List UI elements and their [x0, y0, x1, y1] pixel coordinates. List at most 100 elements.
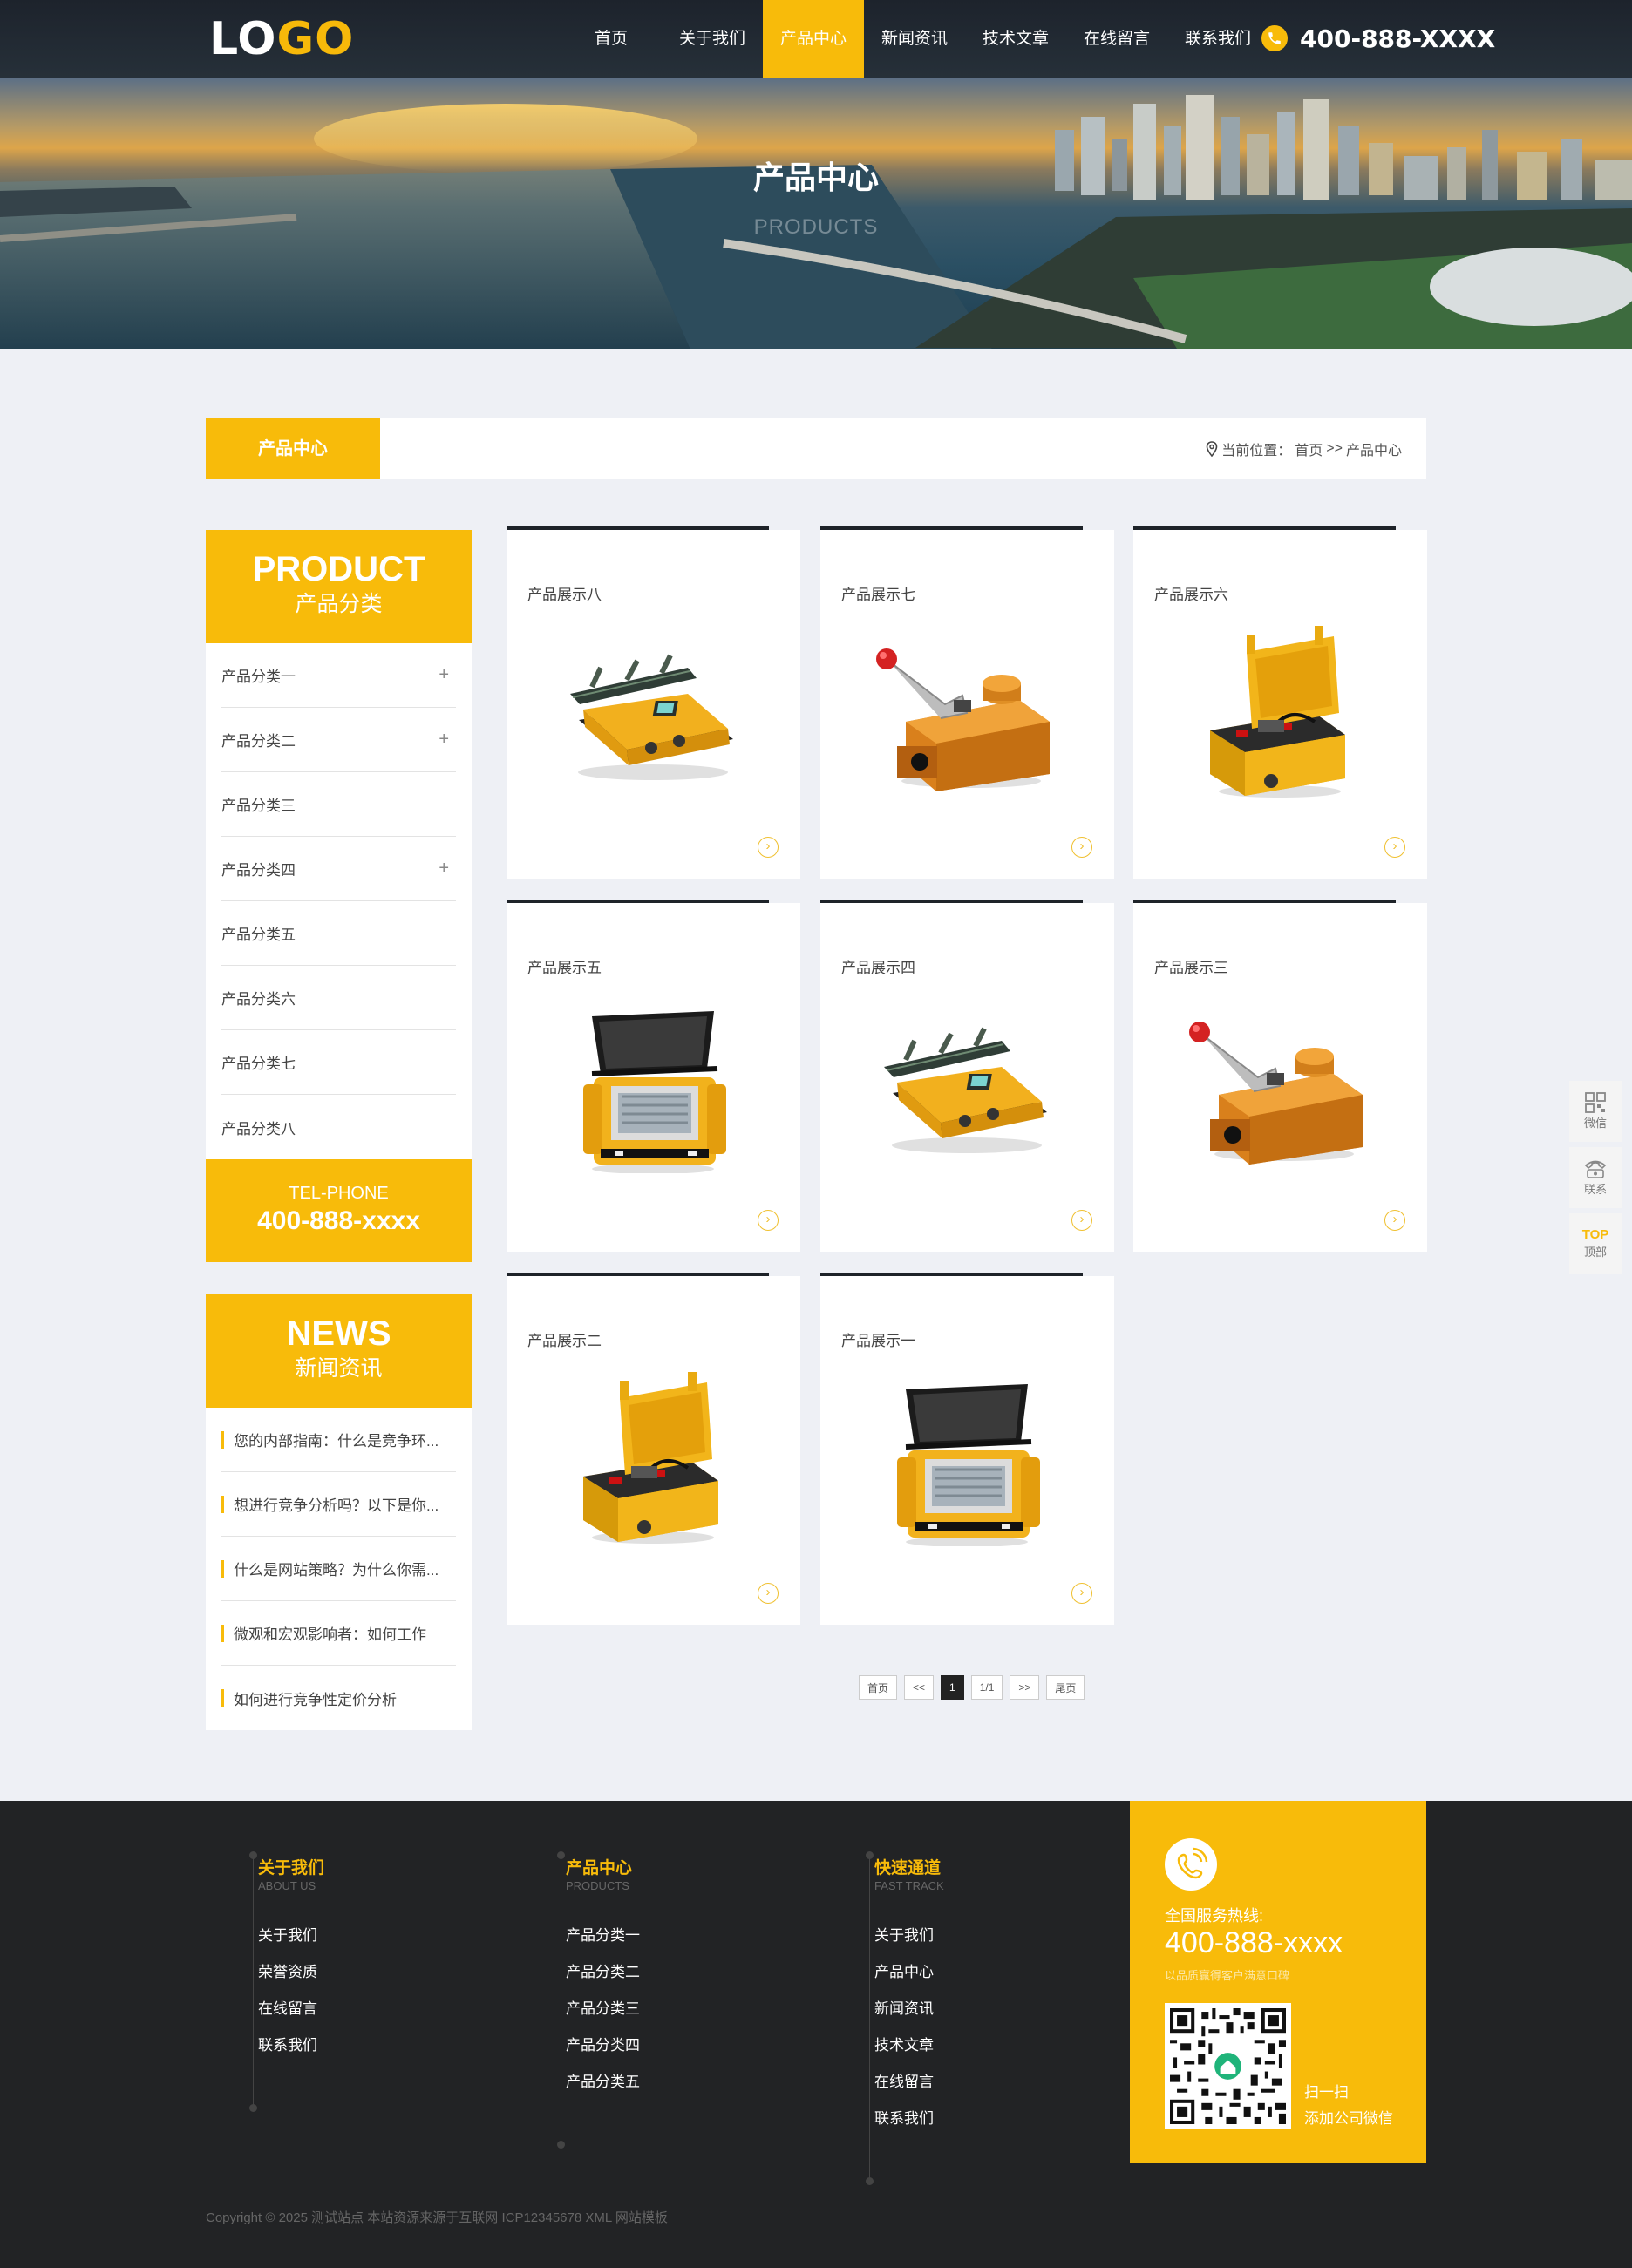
breadcrumb-home-link[interactable]: 首页: [1295, 438, 1323, 459]
product-image[interactable]: [557, 1372, 749, 1546]
banner-title: 产品中心: [752, 160, 879, 195]
wechat-qrcode: [1165, 2003, 1291, 2129]
pagination: 首页 << 1 1/1 >> 尾页: [859, 1675, 1091, 1700]
news-item[interactable]: 您的内部指南：什么是竞争环...: [221, 1408, 456, 1472]
nav-news[interactable]: 新闻资讯: [864, 0, 965, 78]
product-title[interactable]: 产品展示五: [527, 955, 602, 977]
footer-contact-box: 全国服务热线: 400-888-xxxx 以品质赢得客户满意口碑 扫一扫 添加公…: [1130, 1801, 1426, 2163]
product-image[interactable]: [557, 999, 749, 1174]
chevron-right-circle-icon[interactable]: ›: [1071, 1210, 1092, 1231]
product-image[interactable]: [1184, 999, 1376, 1173]
category-item[interactable]: 产品分类八: [221, 1095, 456, 1159]
footer-link[interactable]: 产品分类二: [566, 1959, 640, 1996]
float-contact[interactable]: 联系: [1569, 1147, 1622, 1208]
product-title[interactable]: 产品展示三: [1154, 955, 1228, 977]
product-title[interactable]: 产品展示一: [841, 1328, 915, 1350]
expand-plus-icon[interactable]: +: [439, 859, 449, 879]
top-header: LOGO 首页 关于我们 产品中心 新闻资讯 技术文章 在线留言 联系我们 40…: [0, 0, 1632, 78]
page-first-button[interactable]: 首页: [859, 1675, 898, 1700]
footer-link[interactable]: 关于我们: [874, 1923, 934, 1959]
chevron-right-circle-icon[interactable]: ›: [1071, 1583, 1092, 1604]
product-card[interactable]: 产品展示四 ›: [820, 900, 1114, 1252]
news-item[interactable]: 想进行竞争分析吗？以下是你...: [221, 1472, 456, 1537]
product-title[interactable]: 产品展示二: [527, 1328, 602, 1350]
footer-link[interactable]: 产品分类四: [566, 2033, 640, 2069]
nav-contact[interactable]: 联系我们: [1167, 0, 1268, 78]
product-card[interactable]: 产品展示七 ›: [820, 526, 1114, 879]
page-last-button[interactable]: 尾页: [1046, 1675, 1085, 1700]
chevron-right-circle-icon[interactable]: ›: [1071, 837, 1092, 858]
nav-products[interactable]: 产品中心: [763, 0, 864, 78]
footer-link[interactable]: 产品分类三: [566, 1996, 640, 2033]
product-card[interactable]: 产品展示一 ›: [820, 1273, 1114, 1625]
news-item[interactable]: 微观和宏观影响者：如何工作: [221, 1601, 456, 1666]
footer-link[interactable]: 在线留言: [874, 2069, 934, 2106]
nav-about[interactable]: 关于我们: [662, 0, 763, 78]
category-item[interactable]: 产品分类七: [221, 1030, 456, 1095]
page-next-button[interactable]: >>: [1010, 1675, 1040, 1700]
back-to-top-button[interactable]: TOP 顶部: [1569, 1213, 1622, 1274]
product-card[interactable]: 产品展示八 ›: [507, 526, 800, 879]
expand-plus-icon[interactable]: +: [439, 730, 449, 750]
product-image[interactable]: [557, 626, 749, 800]
footer-link[interactable]: 关于我们: [258, 1923, 317, 1959]
chevron-right-circle-icon[interactable]: ›: [758, 837, 779, 858]
qrcode-icon: [1585, 1092, 1606, 1113]
card-top-line: [1133, 526, 1396, 530]
footer-subtitle: FAST TRACK: [874, 1879, 944, 1892]
product-image[interactable]: [871, 999, 1063, 1173]
chevron-right-circle-icon[interactable]: ›: [1384, 1210, 1405, 1231]
product-card[interactable]: 产品展示三 ›: [1133, 900, 1427, 1252]
header-phone-number: 400-888-XXXX: [1300, 24, 1496, 53]
footer-link[interactable]: 联系我们: [874, 2106, 934, 2142]
news-header: NEWS 新闻资讯: [206, 1294, 472, 1408]
category-item[interactable]: 产品分类二 +: [221, 708, 456, 772]
card-top-line: [820, 526, 1083, 530]
news-item[interactable]: 如何进行竞争性定价分析: [221, 1666, 456, 1730]
footer-link[interactable]: 产品中心: [874, 1959, 934, 1996]
product-title[interactable]: 产品展示四: [841, 955, 915, 977]
page-prev-button[interactable]: <<: [904, 1675, 935, 1700]
footer-link[interactable]: 技术文章: [874, 2033, 934, 2069]
banner-subtitle: PRODUCTS: [753, 215, 879, 239]
footer-link[interactable]: 荣誉资质: [258, 1959, 317, 1996]
footer-link[interactable]: 产品分类一: [566, 1923, 640, 1959]
header-phone: 400-888-XXXX: [1261, 23, 1495, 54]
card-top-line: [507, 900, 769, 903]
product-card[interactable]: 产品展示二 ›: [507, 1273, 800, 1625]
expand-plus-icon[interactable]: +: [439, 665, 449, 685]
category-item[interactable]: 产品分类一 +: [221, 643, 456, 708]
chevron-right-circle-icon[interactable]: ›: [758, 1210, 779, 1231]
product-card[interactable]: 产品展示六 ›: [1133, 526, 1427, 879]
footer-link[interactable]: 产品分类五: [566, 2069, 640, 2106]
nav-articles[interactable]: 技术文章: [965, 0, 1066, 78]
nav-message[interactable]: 在线留言: [1066, 0, 1167, 78]
category-item[interactable]: 产品分类五: [221, 901, 456, 966]
product-title[interactable]: 产品展示六: [1154, 582, 1228, 604]
product-title[interactable]: 产品展示七: [841, 582, 915, 604]
float-wechat[interactable]: 微信: [1569, 1081, 1622, 1142]
location-pin-icon: [1206, 441, 1218, 457]
product-image[interactable]: [1184, 626, 1376, 800]
chevron-right-circle-icon[interactable]: ›: [1384, 837, 1405, 858]
section-tab[interactable]: 产品中心: [206, 418, 380, 479]
footer-link[interactable]: 联系我们: [258, 2033, 317, 2069]
category-item[interactable]: 产品分类三: [221, 772, 456, 837]
product-image[interactable]: [871, 626, 1063, 800]
footer-link[interactable]: 在线留言: [258, 1996, 317, 2033]
nav-home[interactable]: 首页: [561, 0, 662, 78]
product-card[interactable]: 产品展示五 ›: [507, 900, 800, 1252]
breadcrumb-bar: 产品中心 当前位置： 首页 >> 产品中心: [206, 418, 1426, 479]
product-image[interactable]: [871, 1372, 1063, 1547]
news-list: 您的内部指南：什么是竞争环... 想进行竞争分析吗？以下是你... 什么是网站策…: [206, 1408, 472, 1730]
footer-link[interactable]: 新闻资讯: [874, 1996, 934, 2033]
copyright: Copyright © 2025 测试站点 本站资源来源于互联网 ICP1234…: [206, 2210, 668, 2225]
category-item[interactable]: 产品分类四 +: [221, 837, 456, 901]
news-item[interactable]: 什么是网站策略？为什么你需...: [221, 1537, 456, 1601]
category-item[interactable]: 产品分类六: [221, 966, 456, 1030]
chevron-right-circle-icon[interactable]: ›: [758, 1583, 779, 1604]
logo[interactable]: LOGO: [209, 12, 354, 66]
footer-title: 快速通道: [874, 1859, 942, 1878]
page-current[interactable]: 1: [941, 1675, 964, 1700]
product-title[interactable]: 产品展示八: [527, 582, 602, 604]
